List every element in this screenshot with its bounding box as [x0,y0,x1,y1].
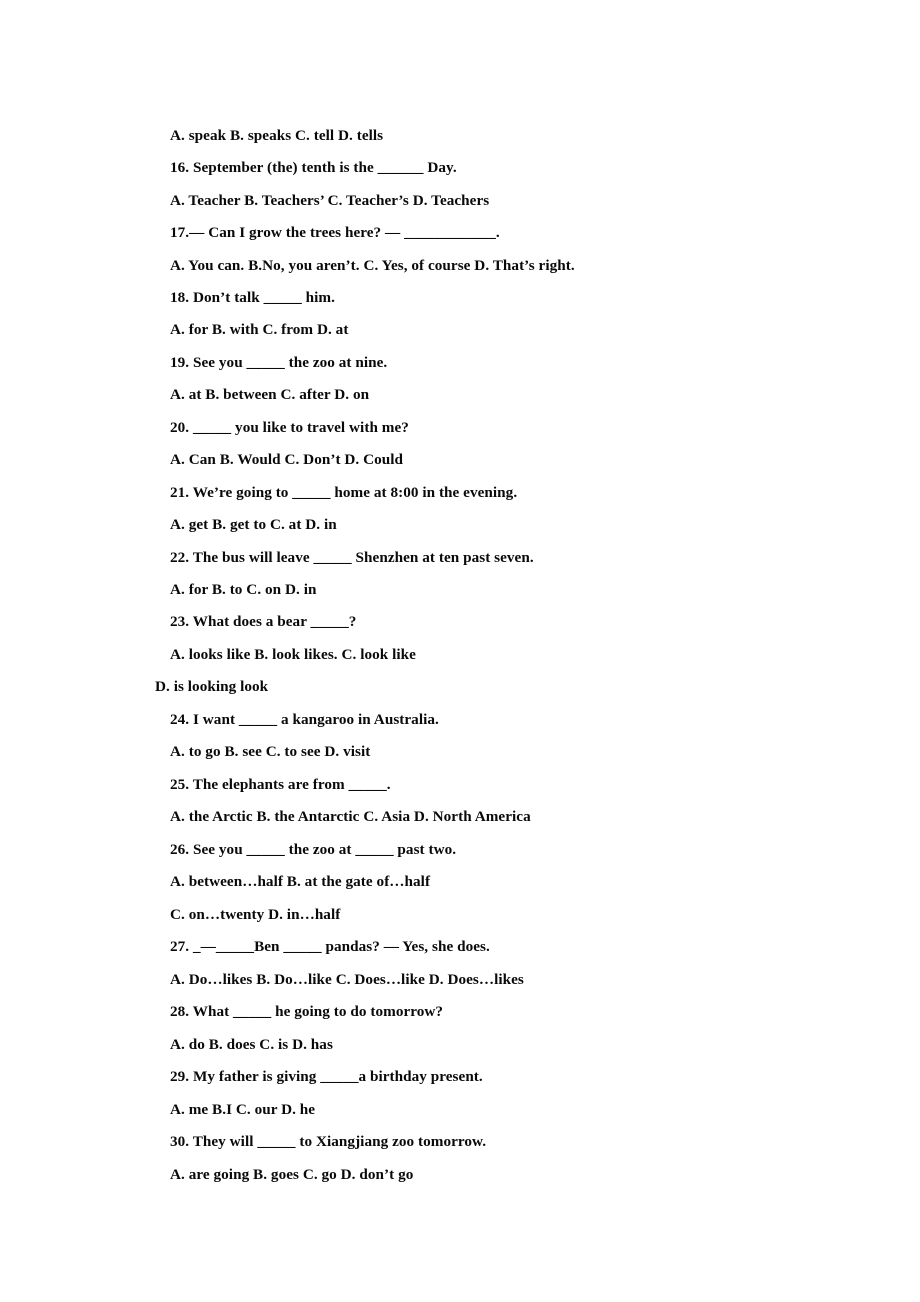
option-line: A. at B. between C. after D. on [170,386,370,403]
option-line: A. Can B. Would C. Don’t D. Could [170,451,404,468]
option-line: A. for B. to C. on D. in [170,581,317,598]
question-line: 16. September (the) tenth is the ______ … [170,159,457,176]
option-line: A. between…half B. at the gate of…half [170,873,431,890]
option-line: A. me B.I C. our D. he [170,1101,316,1118]
question-line: 20. _____ you like to travel with me? [170,419,409,436]
option-line: A. do B. does C. is D. has [170,1036,333,1053]
question-line: 30. They will _____ to Xiangjiang zoo to… [170,1133,487,1150]
option-line: A. You can. B.No, you aren’t. C. Yes, of… [170,257,575,274]
question-line: 21. We’re going to _____ home at 8:00 in… [170,484,518,501]
option-line: A. are going B. goes C. go D. don’t go [170,1166,414,1183]
option-line: A. Do…likes B. Do…like C. Does…like D. D… [170,971,524,988]
question-line: 26. See you _____ the zoo at _____ past … [170,841,457,858]
option-line: D. is looking look [155,678,269,695]
question-line: 28. What _____ he going to do tomorrow? [170,1003,444,1020]
option-line: A. to go B. see C. to see D. visit [170,743,371,760]
option-line: A. for B. with C. from D. at [170,321,349,338]
question-line: 25. The elephants are from _____. [170,776,391,793]
option-line: A. get B. get to C. at D. in [170,516,337,533]
document-page: A. speak B. speaks C. tell D. tells 16. S… [0,0,920,1302]
option-line: A. looks like B. look likes. C. look lik… [170,646,416,663]
option-line: C. on…twenty D. in…half [170,906,341,923]
question-line: 29. My father is giving _____a birthday … [170,1068,483,1085]
option-line: A. the Arctic B. the Antarctic C. Asia D… [170,808,531,825]
question-line: 27. _—_____Ben _____ pandas? — Yes, she … [170,938,490,955]
option-line: A. speak B. speaks C. tell D. tells [170,127,384,144]
question-line: 19. See you _____ the zoo at nine. [170,354,388,371]
question-line: 22. The bus will leave _____ Shenzhen at… [170,549,534,566]
question-line: 17.— Can I grow the trees here? — ______… [170,224,500,241]
question-line: 24. I want _____ a kangaroo in Australia… [170,711,439,728]
question-line: 23. What does a bear _____? [170,613,357,630]
option-line: A. Teacher B. Teachers’ C. Teacher’s D. … [170,192,490,209]
question-line: 18. Don’t talk _____ him. [170,289,335,306]
